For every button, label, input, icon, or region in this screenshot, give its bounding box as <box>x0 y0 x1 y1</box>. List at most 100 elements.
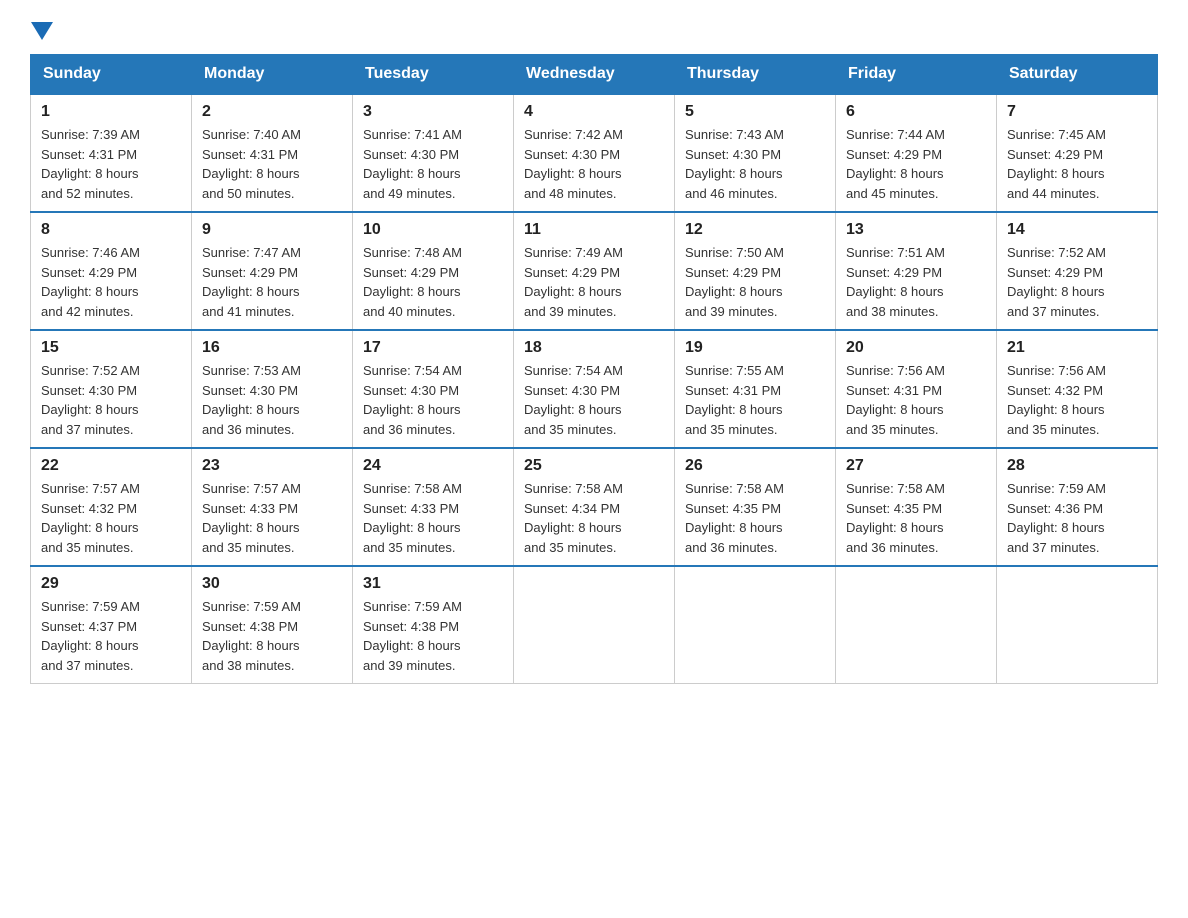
calendar-day-cell: 6 Sunrise: 7:44 AMSunset: 4:29 PMDaylight… <box>836 94 997 212</box>
sunrise-info: Sunrise: 7:56 AM <box>1007 361 1147 381</box>
sunrise-info: Sunrise: 7:57 AM <box>202 479 342 499</box>
daylight-minutes: and 38 minutes. <box>202 656 342 676</box>
daylight-info: Daylight: 8 hours <box>41 400 181 420</box>
calendar-day-cell: 15Sunrise: 7:52 AMSunset: 4:30 PMDayligh… <box>31 330 192 448</box>
day-number: 19 <box>685 339 825 357</box>
daylight-minutes: and 35 minutes. <box>1007 420 1147 440</box>
calendar-day-cell: 5Sunrise: 7:43 AMSunset: 4:30 PMDaylight… <box>675 94 836 212</box>
sunset-info: Sunset: 4:29 PM <box>41 263 181 283</box>
sunrise-info: Sunrise: 7:39 AM <box>41 125 181 145</box>
day-number: 17 <box>363 339 503 357</box>
day-number: 23 <box>202 457 342 475</box>
day-number: 7 <box>1007 103 1147 121</box>
sunrise-info: Sunrise: 7:52 AM <box>41 361 181 381</box>
sunset-info: Sunset: 4:35 PM <box>685 499 825 519</box>
daylight-minutes: and 48 minutes. <box>524 184 664 204</box>
sunrise-info: Sunrise: 7:54 AM <box>524 361 664 381</box>
sunrise-info: Sunrise: 7:54 AM <box>363 361 503 381</box>
sunset-info: Sunset: 4:30 PM <box>202 381 342 401</box>
day-number: 4 <box>524 103 664 121</box>
daylight-info: Daylight: 8 hours <box>846 518 986 538</box>
sunset-info: Sunset: 4:35 PM <box>846 499 986 519</box>
daylight-minutes: and 35 minutes. <box>202 538 342 558</box>
calendar-day-header: Monday <box>192 55 353 95</box>
day-info: Sunrise: 7:53 AMSunset: 4:30 PMDaylight:… <box>202 361 342 439</box>
daylight-minutes: and 44 minutes. <box>1007 184 1147 204</box>
day-number: 14 <box>1007 221 1147 239</box>
sunrise-info: Sunrise: 7:40 AM <box>202 125 342 145</box>
daylight-info: Daylight: 8 hours <box>202 518 342 538</box>
daylight-minutes: and 36 minutes. <box>363 420 503 440</box>
sunset-info: Sunset: 4:30 PM <box>524 381 664 401</box>
day-info: Sunrise: 7:57 AMSunset: 4:33 PMDaylight:… <box>202 479 342 557</box>
day-info: Sunrise: 7:51 AMSunset: 4:29 PMDaylight:… <box>846 243 986 321</box>
day-info: Sunrise: 7:42 AMSunset: 4:30 PMDaylight:… <box>524 125 664 203</box>
daylight-info: Daylight: 8 hours <box>363 164 503 184</box>
calendar-table: SundayMondayTuesdayWednesdayThursdayFrid… <box>30 54 1158 684</box>
sunrise-info: Sunrise: 7:59 AM <box>363 597 503 617</box>
sunrise-info: Sunrise: 7:52 AM <box>1007 243 1147 263</box>
sunset-info: Sunset: 4:38 PM <box>363 617 503 637</box>
day-number: 18 <box>524 339 664 357</box>
day-info: Sunrise: 7:40 AMSunset: 4:31 PMDaylight:… <box>202 125 342 203</box>
calendar-header-row: SundayMondayTuesdayWednesdayThursdayFrid… <box>31 55 1158 95</box>
daylight-info: Daylight: 8 hours <box>41 164 181 184</box>
calendar-day-cell: 21Sunrise: 7:56 AMSunset: 4:32 PMDayligh… <box>997 330 1158 448</box>
sunrise-info: Sunrise: 7:56 AM <box>846 361 986 381</box>
calendar-day-cell: 12Sunrise: 7:50 AMSunset: 4:29 PMDayligh… <box>675 212 836 330</box>
sunset-info: Sunset: 4:29 PM <box>524 263 664 283</box>
day-number: 13 <box>846 221 986 239</box>
daylight-info: Daylight: 8 hours <box>1007 282 1147 302</box>
calendar-day-cell: 7Sunrise: 7:45 AMSunset: 4:29 PMDaylight… <box>997 94 1158 212</box>
calendar-day-cell: 2 Sunrise: 7:40 AMSunset: 4:31 PMDaylight… <box>192 94 353 212</box>
day-info: Sunrise: 7:47 AMSunset: 4:29 PMDaylight:… <box>202 243 342 321</box>
sunrise-info: Sunrise: 7:51 AM <box>846 243 986 263</box>
sunset-info: Sunset: 4:29 PM <box>846 263 986 283</box>
day-info: Sunrise: 7:54 AMSunset: 4:30 PMDaylight:… <box>363 361 503 439</box>
sunset-info: Sunset: 4:30 PM <box>363 145 503 165</box>
daylight-info: Daylight: 8 hours <box>846 164 986 184</box>
day-number: 2 <box>202 103 342 121</box>
calendar-day-header: Sunday <box>31 55 192 95</box>
daylight-info: Daylight: 8 hours <box>202 636 342 656</box>
daylight-info: Daylight: 8 hours <box>202 164 342 184</box>
daylight-minutes: and 37 minutes. <box>1007 538 1147 558</box>
calendar-day-cell: 25Sunrise: 7:58 AMSunset: 4:34 PMDayligh… <box>514 448 675 566</box>
day-number: 6 <box>846 103 986 121</box>
sunset-info: Sunset: 4:33 PM <box>363 499 503 519</box>
day-info: Sunrise: 7:59 AMSunset: 4:37 PMDaylight:… <box>41 597 181 675</box>
sunset-info: Sunset: 4:34 PM <box>524 499 664 519</box>
daylight-info: Daylight: 8 hours <box>524 400 664 420</box>
sunset-info: Sunset: 4:29 PM <box>846 145 986 165</box>
day-number: 1 <box>41 103 181 121</box>
calendar-day-cell: 30Sunrise: 7:59 AMSunset: 4:38 PMDayligh… <box>192 566 353 684</box>
day-info: Sunrise: 7:50 AMSunset: 4:29 PMDaylight:… <box>685 243 825 321</box>
calendar-day-cell: 28Sunrise: 7:59 AMSunset: 4:36 PMDayligh… <box>997 448 1158 566</box>
sunrise-info: Sunrise: 7:50 AM <box>685 243 825 263</box>
calendar-week-row: 29Sunrise: 7:59 AMSunset: 4:37 PMDayligh… <box>31 566 1158 684</box>
calendar-day-cell: 26Sunrise: 7:58 AMSunset: 4:35 PMDayligh… <box>675 448 836 566</box>
calendar-week-row: 8Sunrise: 7:46 AMSunset: 4:29 PMDaylight… <box>31 212 1158 330</box>
day-info: Sunrise: 7:39 AMSunset: 4:31 PMDaylight:… <box>41 125 181 203</box>
sunrise-info: Sunrise: 7:55 AM <box>685 361 825 381</box>
daylight-info: Daylight: 8 hours <box>1007 518 1147 538</box>
day-info: Sunrise: 7:49 AMSunset: 4:29 PMDaylight:… <box>524 243 664 321</box>
sunset-info: Sunset: 4:31 PM <box>685 381 825 401</box>
sunrise-info: Sunrise: 7:49 AM <box>524 243 664 263</box>
sunrise-info: Sunrise: 7:58 AM <box>685 479 825 499</box>
daylight-minutes: and 41 minutes. <box>202 302 342 322</box>
calendar-day-cell: 3 Sunrise: 7:41 AMSunset: 4:30 PMDaylight… <box>353 94 514 212</box>
calendar-day-cell <box>514 566 675 684</box>
daylight-info: Daylight: 8 hours <box>363 400 503 420</box>
day-info: Sunrise: 7:59 AMSunset: 4:38 PMDaylight:… <box>363 597 503 675</box>
calendar-day-cell: 17 Sunrise: 7:54 AMSunset: 4:30 PMDayligh… <box>353 330 514 448</box>
day-number: 3 <box>363 103 503 121</box>
sunset-info: Sunset: 4:36 PM <box>1007 499 1147 519</box>
day-info: Sunrise: 7:59 AMSunset: 4:38 PMDaylight:… <box>202 597 342 675</box>
day-info: Sunrise: 7:41 AMSunset: 4:30 PMDaylight:… <box>363 125 503 203</box>
day-number: 11 <box>524 221 664 239</box>
calendar-day-header: Saturday <box>997 55 1158 95</box>
daylight-minutes: and 40 minutes. <box>363 302 503 322</box>
sunrise-info: Sunrise: 7:44 AM <box>846 125 986 145</box>
sunset-info: Sunset: 4:37 PM <box>41 617 181 637</box>
